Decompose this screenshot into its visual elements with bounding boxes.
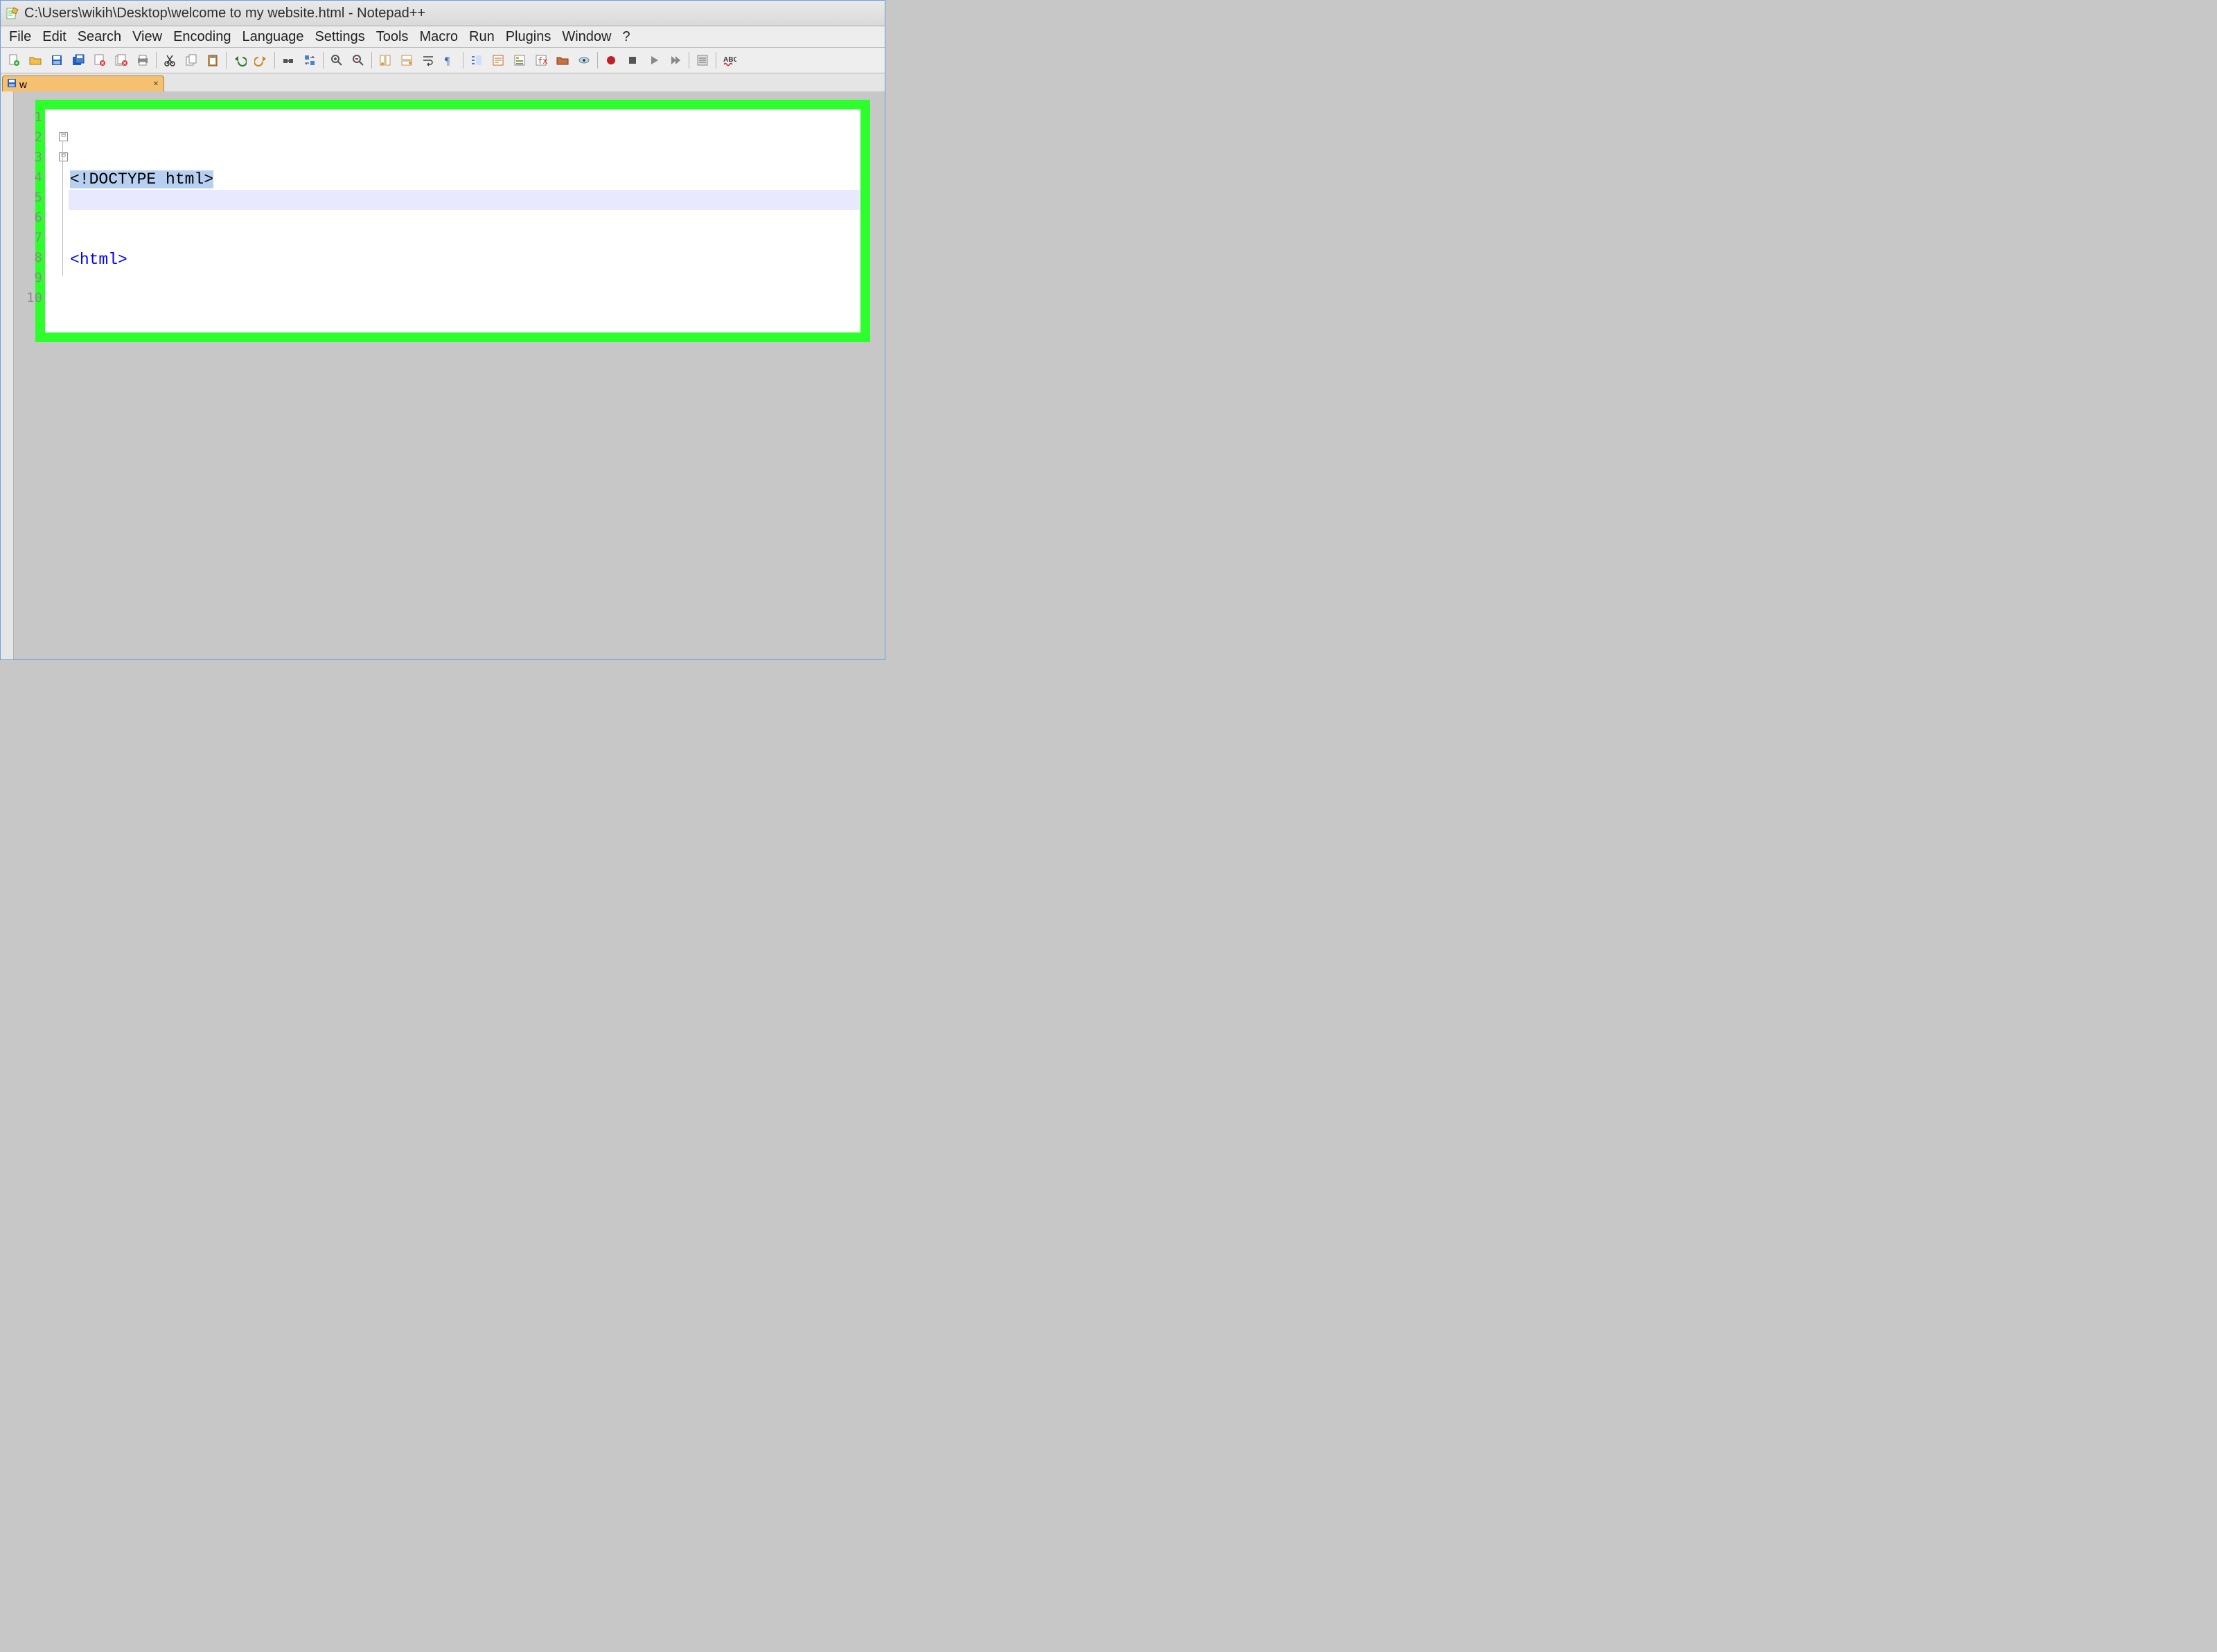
highlight-frame: ⊟ ⊟ <!DOCTYPE html> <html> <body> <h1><c… (35, 100, 870, 342)
doc-map-icon[interactable] (509, 50, 530, 71)
line-number: 1 (23, 107, 42, 127)
line-number: 7 (23, 228, 42, 248)
doctype-close: > (204, 170, 213, 188)
tab-close-icon[interactable]: ✕ (151, 80, 161, 89)
line-number: 5 (23, 188, 42, 208)
fold-toggle-icon[interactable]: ⊟ (59, 152, 68, 161)
angle-close: > (118, 331, 127, 332)
menu-tools[interactable]: Tools (371, 27, 414, 46)
menu-edit[interactable]: Edit (37, 27, 71, 46)
replace-icon[interactable] (299, 50, 320, 71)
code-editor[interactable]: ⊟ ⊟ <!DOCTYPE html> <html> <body> <h1><c… (45, 109, 860, 332)
workarea: ⊟ ⊟ <!DOCTYPE html> <html> <body> <h1><c… (1, 91, 885, 659)
cut-icon[interactable] (159, 50, 180, 71)
toolbar-separator (226, 52, 227, 69)
new-file-icon[interactable] (3, 50, 24, 71)
tab-label: w (19, 79, 27, 91)
menu-[interactable]: ? (617, 27, 635, 46)
menu-settings[interactable]: Settings (309, 27, 370, 46)
toolbar-separator (597, 52, 598, 69)
play-icon[interactable] (644, 50, 664, 71)
angle-close: > (118, 251, 127, 269)
word-wrap-icon[interactable] (418, 50, 439, 71)
show-ws-icon[interactable]: ¶ (439, 50, 460, 71)
code-line[interactable]: <html> (70, 250, 860, 270)
undo-icon[interactable] (229, 50, 250, 71)
tabbar: w ✕ (1, 73, 885, 94)
fold-toggle-icon[interactable]: ⊟ (59, 132, 68, 141)
folder-icon[interactable] (552, 50, 573, 71)
func-list-icon[interactable]: fx (531, 50, 551, 71)
menubar: FileEditSearchViewEncodingLanguageSettin… (1, 26, 885, 48)
menu-file[interactable]: File (3, 27, 37, 46)
line-number: 3 (23, 148, 42, 168)
spellcheck-icon[interactable]: ABC (719, 50, 740, 71)
menu-window[interactable]: Window (556, 27, 617, 46)
monitor-icon[interactable] (574, 50, 594, 71)
menu-view[interactable]: View (127, 27, 168, 46)
toolbar-separator (371, 52, 372, 69)
menu-run[interactable]: Run (463, 27, 500, 46)
line-number: 4 (23, 168, 42, 188)
line-number: 9 (23, 268, 42, 288)
record-icon[interactable] (601, 50, 621, 71)
tag-name: body (80, 331, 118, 332)
fold-guide-line (62, 161, 63, 272)
line-number-gutter: 12345678910 (23, 107, 42, 308)
menu-encoding[interactable]: Encoding (168, 27, 236, 46)
menu-language[interactable]: Language (236, 27, 309, 46)
user-lang-icon[interactable] (488, 50, 509, 71)
toolbar-separator (156, 52, 157, 69)
app-window: C:\Users\wikih\Desktop\welcome to my web… (0, 0, 885, 660)
window-title: C:\Users\wikih\Desktop\welcome to my web… (24, 6, 425, 21)
redo-icon[interactable] (251, 50, 272, 71)
fold-column: ⊟ ⊟ (58, 109, 69, 332)
svg-text:fx: fx (538, 56, 547, 66)
doctype-text: DOCTYPE html (89, 170, 204, 188)
titlebar[interactable]: C:\Users\wikih\Desktop\welcome to my web… (1, 1, 885, 26)
line-number: 8 (23, 248, 42, 268)
paste-icon[interactable] (202, 50, 223, 71)
code-line[interactable]: <body> (70, 330, 860, 332)
angle-open: < (70, 331, 80, 332)
zoom-in-icon[interactable] (326, 50, 347, 71)
save-all-icon[interactable] (68, 50, 89, 71)
app-icon (5, 6, 20, 21)
code-lines[interactable]: <!DOCTYPE html> <html> <body> <h1><cente… (70, 109, 860, 332)
toolbar-separator (323, 52, 324, 69)
line-number: 2 (23, 127, 42, 148)
doctype-open: <! (70, 170, 89, 188)
toolbar: ¶ fx ABC (1, 48, 885, 73)
close-icon[interactable] (89, 50, 110, 71)
tag-name: html (80, 251, 118, 269)
save-icon[interactable] (46, 50, 67, 71)
stop-icon[interactable] (622, 50, 643, 71)
code-line[interactable]: <!DOCTYPE html> (70, 170, 860, 190)
svg-text:ABC: ABC (723, 56, 736, 64)
menu-search[interactable]: Search (72, 27, 127, 46)
indent-guide-icon[interactable] (466, 50, 487, 71)
find-icon[interactable] (278, 50, 299, 71)
copy-icon[interactable] (181, 50, 202, 71)
line-number: 6 (23, 208, 42, 228)
document-tab[interactable]: w ✕ (2, 76, 164, 93)
angle-open: < (70, 251, 80, 269)
open-file-icon[interactable] (25, 50, 46, 71)
play-multi-icon[interactable] (665, 50, 686, 71)
close-all-icon[interactable] (111, 50, 132, 71)
toolbar-separator (274, 52, 275, 69)
zoom-out-icon[interactable] (348, 50, 369, 71)
line-number: 10 (23, 288, 42, 308)
menu-macro[interactable]: Macro (414, 27, 463, 46)
left-margin (1, 91, 14, 659)
sync-h-icon[interactable] (396, 50, 417, 71)
print-icon[interactable] (132, 50, 153, 71)
menu-plugins[interactable]: Plugins (500, 27, 557, 46)
svg-text:¶: ¶ (445, 55, 450, 67)
sync-v-icon[interactable] (375, 50, 396, 71)
save-indicator-icon (7, 78, 17, 91)
settings-icon[interactable] (692, 50, 713, 71)
